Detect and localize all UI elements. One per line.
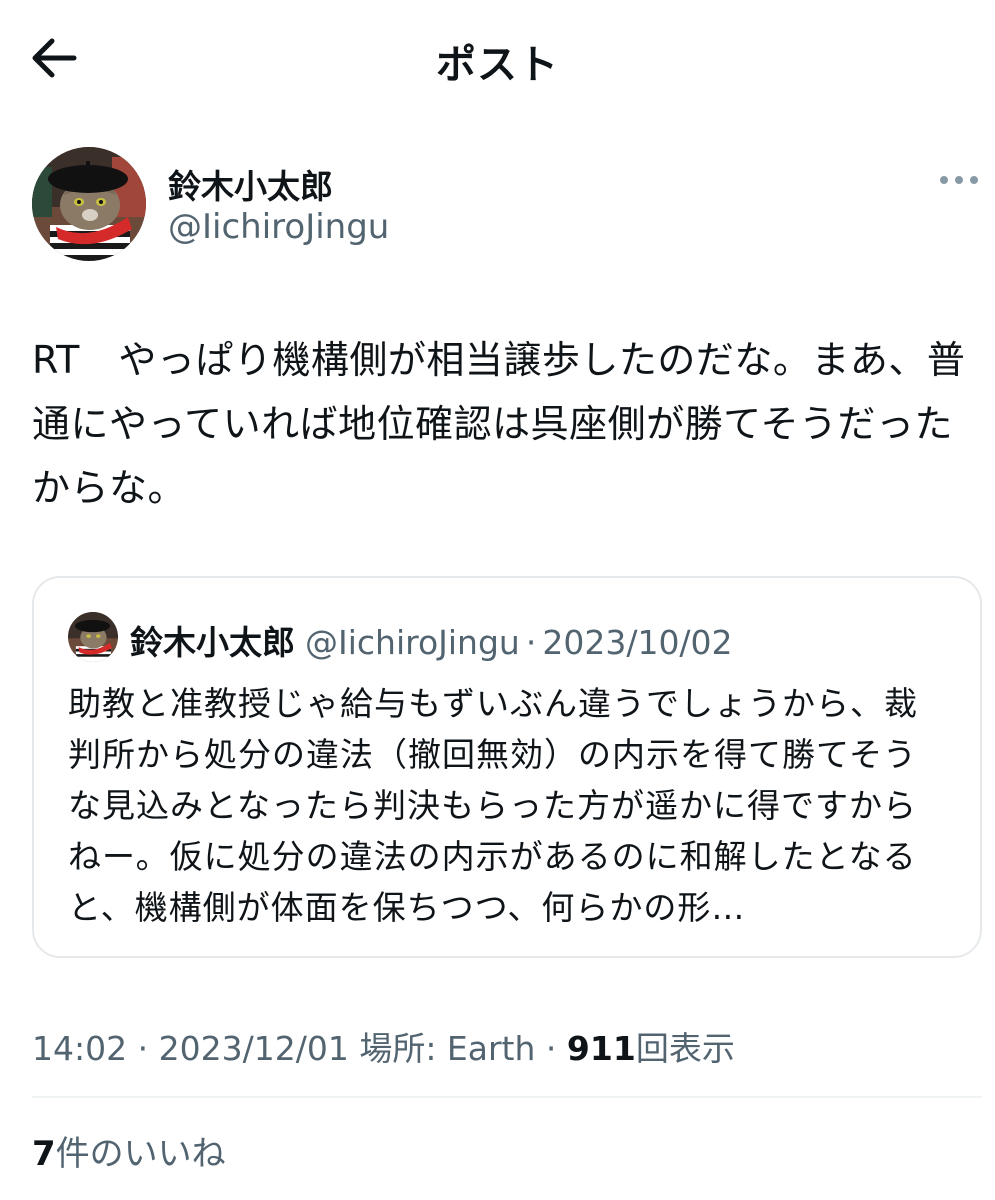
- more-horizontal-icon: [940, 176, 978, 184]
- cat-avatar-image: [32, 147, 146, 261]
- quote-avatar: [68, 612, 118, 662]
- post-date[interactable]: 2023/12/01: [159, 1029, 349, 1068]
- quote-author-handle: @IichiroJingu: [305, 623, 520, 662]
- more-button[interactable]: [936, 168, 982, 192]
- post-detail-page: ポスト 鈴木小太郎 @IichiroJingu RT やっぱり機構側が相当譲歩し…: [0, 0, 995, 1200]
- post-time[interactable]: 14:02: [32, 1029, 127, 1068]
- quote-date: 2023/10/02: [542, 623, 733, 662]
- quote-text: 助教と准教授じゃ給与もずいぶん違うでしょうから、裁判所から処分の違法（撤回無効）…: [68, 684, 918, 927]
- views-count: 911: [566, 1029, 636, 1068]
- author-name[interactable]: 鈴木小太郎: [168, 160, 333, 208]
- author-handle[interactable]: @IichiroJingu: [168, 207, 389, 247]
- quote-separator: ·: [525, 623, 537, 662]
- likes-link[interactable]: 7件のいいね: [32, 1126, 226, 1175]
- quoted-post-card[interactable]: 鈴木小太郎 @IichiroJingu · 2023/10/02 助教と准教授じゃ給与…: [32, 576, 982, 958]
- meta-separator: ·: [545, 1029, 557, 1068]
- likes-label: 件のいいね: [55, 1134, 226, 1174]
- cat-avatar-image: [68, 612, 118, 662]
- post-meta: 14:02 · 2023/12/01 場所: Earth · 911回表示: [32, 1022, 735, 1070]
- quote-header: 鈴木小太郎 @IichiroJingu · 2023/10/02: [130, 616, 733, 664]
- post-location: 場所: Earth: [359, 1029, 536, 1068]
- page-title: ポスト: [436, 42, 559, 88]
- post-text: RT やっぱり機構側が相当譲歩したのだな。まあ、普通にやっていれば地位確認は呉座…: [32, 338, 966, 510]
- views-label: 回表示: [635, 1029, 735, 1068]
- likes-count: 7: [32, 1134, 56, 1174]
- divider: [32, 1096, 982, 1098]
- quote-author-name: 鈴木小太郎: [130, 623, 295, 662]
- meta-separator: ·: [137, 1029, 149, 1068]
- avatar[interactable]: [32, 147, 146, 261]
